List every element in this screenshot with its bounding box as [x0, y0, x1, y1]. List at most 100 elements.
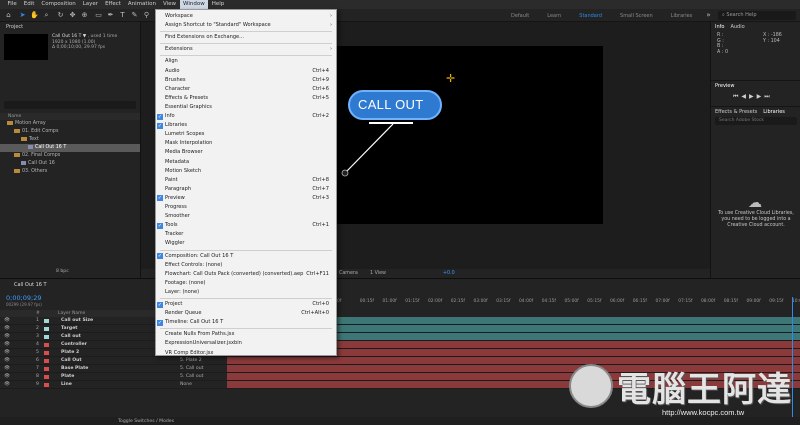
menu-help[interactable]: Help [208, 0, 228, 9]
window-menu-item[interactable]: Create Nulls From Paths.jsx [156, 330, 336, 339]
layer-parent-dropdown[interactable]: 5. Call out [180, 373, 203, 380]
window-menu-item[interactable]: Paint Ctrl+8 [156, 176, 336, 185]
workspace-menu-icon[interactable]: » [704, 11, 713, 20]
workspace-learn[interactable]: Learn [538, 13, 570, 19]
window-menu-item[interactable]: Assign Shortcut to "Standard" Workspace › [156, 21, 336, 30]
layer-name[interactable]: Plate 2 [61, 349, 79, 356]
visibility-eye-icon[interactable]: 👁 [4, 349, 10, 356]
window-menu-item[interactable]: Lumetri Scopes [156, 130, 336, 139]
layer-name[interactable]: Call out Size [61, 317, 93, 324]
window-menu-item[interactable]: Align [156, 57, 336, 66]
tab-libraries[interactable]: Libraries [763, 109, 785, 115]
window-menu-item[interactable]: Render Queue Ctrl+Alt+0 [156, 309, 336, 318]
layer-name[interactable]: Call out [61, 333, 81, 340]
window-menu-item[interactable]: Paragraph Ctrl+7 [156, 185, 336, 194]
rectangle-tool-icon[interactable]: ▭ [94, 11, 103, 20]
menu-edit[interactable]: Edit [20, 0, 38, 9]
col-layer-name[interactable]: Layer Name [58, 310, 85, 317]
layer-label-color[interactable] [44, 382, 49, 387]
window-menu-item[interactable]: Layer: (none) [156, 288, 336, 297]
view-dropdown[interactable]: 1 View [370, 269, 386, 278]
project-item[interactable]: Call Out 16 T [0, 144, 140, 152]
window-menu-item[interactable]: Brushes Ctrl+9 [156, 76, 336, 85]
window-menu-item[interactable]: Extensions › [156, 45, 336, 54]
project-item[interactable]: 01. Edit Comps [0, 128, 140, 136]
timeline-tab[interactable]: Call Out 16 T [14, 282, 47, 288]
layer-name[interactable]: Controller [61, 341, 87, 348]
visibility-eye-icon[interactable]: 👁 [4, 357, 10, 364]
layer-label-color[interactable] [44, 374, 49, 379]
window-menu-item[interactable]: Footage: (none) [156, 279, 336, 288]
window-menu-item[interactable]: Character Ctrl+6 [156, 85, 336, 94]
current-timecode[interactable]: 0;00;09;29 [6, 294, 42, 302]
project-tab[interactable]: Project [6, 24, 23, 30]
workspace-standard[interactable]: Standard [570, 13, 611, 19]
visibility-eye-icon[interactable]: 👁 [4, 365, 10, 372]
menu-effect[interactable]: Effect [102, 0, 125, 9]
exposure-value[interactable]: +0.0 [443, 269, 455, 278]
camera-tool-icon[interactable]: ✥ [68, 11, 77, 20]
visibility-eye-icon[interactable]: 👁 [4, 373, 10, 380]
clone-stamp-tool-icon[interactable]: ⚲ [142, 11, 151, 20]
window-menu-item[interactable]: Wiggler [156, 239, 336, 248]
comp-name[interactable]: Call Out 16 T ▼ [52, 34, 86, 39]
window-menu-item[interactable]: ✓ Composition: Call Out 16 T [156, 252, 336, 261]
window-menu-item[interactable]: Flowchart: Call Outs Pack (converted) (c… [156, 270, 336, 279]
workspace-small-screen[interactable]: Small Screen [611, 13, 662, 19]
window-menu-item[interactable]: Effect Controls: (none) [156, 261, 336, 270]
menu-window[interactable]: Window [179, 0, 209, 9]
tab-effects-presets[interactable]: Effects & Presets [715, 109, 757, 115]
layer-label-color[interactable] [44, 358, 49, 363]
tab-audio[interactable]: Audio [730, 24, 744, 30]
window-menu-item[interactable]: ✓ Timeline: Call Out 16 T [156, 318, 336, 327]
anchor-crosshair-icon[interactable]: ✛ [446, 72, 455, 85]
window-menu-item[interactable]: ✓ Info Ctrl+2 [156, 112, 336, 121]
visibility-eye-icon[interactable]: 👁 [4, 333, 10, 340]
layer-name[interactable]: Line [61, 381, 72, 388]
window-menu-item[interactable]: Progress [156, 203, 336, 212]
visibility-eye-icon[interactable]: 👁 [4, 325, 10, 332]
window-menu-item[interactable]: Essential Graphics [156, 103, 336, 112]
layer-parent-dropdown[interactable]: None [180, 381, 192, 388]
workspace-libraries[interactable]: Libraries [662, 13, 702, 19]
layer-label-color[interactable] [44, 342, 49, 347]
layer-label-color[interactable] [44, 366, 49, 371]
layer-name[interactable]: Target [61, 325, 78, 332]
selection-tool-icon[interactable]: ➤ [18, 11, 27, 20]
layer-name[interactable]: Plate [61, 373, 74, 380]
layer-parent-dropdown[interactable]: 5. Plate 2 [180, 357, 202, 364]
window-menu-item[interactable]: Metadata [156, 158, 336, 167]
tab-info[interactable]: Info [715, 24, 724, 30]
project-item[interactable]: Call Out 16 [0, 160, 140, 168]
window-menu-item[interactable]: Tracker [156, 230, 336, 239]
stock-search-input[interactable]: Search Adobe Stock [715, 117, 797, 125]
menu-composition[interactable]: Composition [38, 0, 79, 9]
window-menu-item[interactable]: ✓ Preview Ctrl+3 [156, 194, 336, 203]
menu-file[interactable]: File [4, 0, 20, 9]
type-tool-icon[interactable]: T [118, 11, 127, 20]
window-menu-item[interactable]: Find Extensions on Exchange... [156, 33, 336, 42]
window-menu-item[interactable]: Audio Ctrl+4 [156, 67, 336, 76]
layer-name[interactable]: Base Plate [61, 365, 88, 372]
window-menu-item[interactable]: ✓ Project Ctrl+0 [156, 300, 336, 309]
layer-label-color[interactable] [44, 318, 49, 323]
window-menu-item[interactable]: Mask Interpolation [156, 139, 336, 148]
brush-tool-icon[interactable]: ✎ [130, 11, 139, 20]
pen-tool-icon[interactable]: ✒ [106, 11, 115, 20]
playback-controls[interactable]: ⏮◀▶▶⏭ [733, 93, 773, 101]
project-search-input[interactable] [4, 101, 136, 109]
zoom-tool-icon[interactable]: ⌕ [42, 11, 51, 20]
layer-label-color[interactable] [44, 326, 49, 331]
tab-preview[interactable]: Preview [715, 83, 734, 89]
project-column-header[interactable]: Name [0, 113, 140, 120]
pan-behind-tool-icon[interactable]: ⊕ [80, 11, 89, 20]
layer-name[interactable]: Call Out [61, 357, 82, 364]
project-item[interactable]: 02. Final Comps [0, 152, 140, 160]
search-help-input[interactable]: ⌕ Search Help [718, 11, 796, 20]
project-item[interactable]: 03. Others [0, 168, 140, 176]
rotate-tool-icon[interactable]: ↻ [56, 11, 65, 20]
project-item[interactable]: Text [0, 136, 140, 144]
menu-animation[interactable]: Animation [124, 0, 159, 9]
home-icon[interactable]: ⌂ [4, 11, 13, 20]
layer-row[interactable]: 👁 6 Call Out 5. Plate 2 [0, 357, 227, 365]
